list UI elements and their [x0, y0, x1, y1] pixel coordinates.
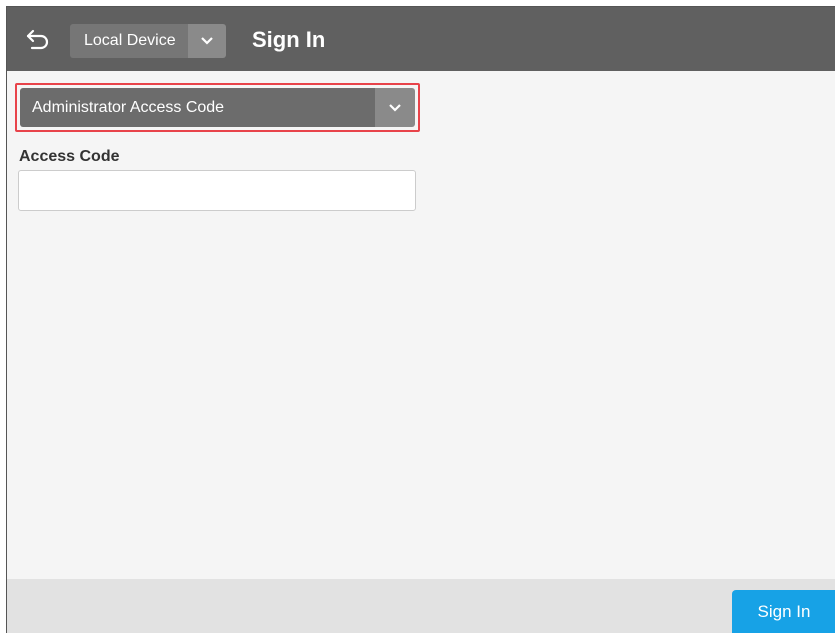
access-code-label: Access Code [19, 148, 120, 165]
sign-in-window: Local Device Sign In Administrator Acces… [6, 6, 835, 633]
header-bar: Local Device Sign In [7, 7, 835, 71]
sign-in-method-highlight: Administrator Access Code [15, 83, 420, 132]
page-title: Sign In [252, 27, 326, 52]
sign-in-method-select[interactable]: Administrator Access Code [20, 88, 415, 127]
back-arrow-icon [26, 29, 49, 50]
device-select-value: Local Device [70, 24, 188, 58]
chevron-down-icon [375, 88, 415, 127]
footer-bar [7, 579, 835, 633]
access-code-input[interactable] [18, 170, 416, 211]
device-select[interactable]: Local Device [70, 24, 226, 58]
sign-in-method-value: Administrator Access Code [20, 88, 375, 127]
chevron-down-icon [187, 24, 226, 58]
back-button[interactable] [23, 25, 53, 55]
sign-in-button[interactable]: Sign In [732, 590, 835, 633]
